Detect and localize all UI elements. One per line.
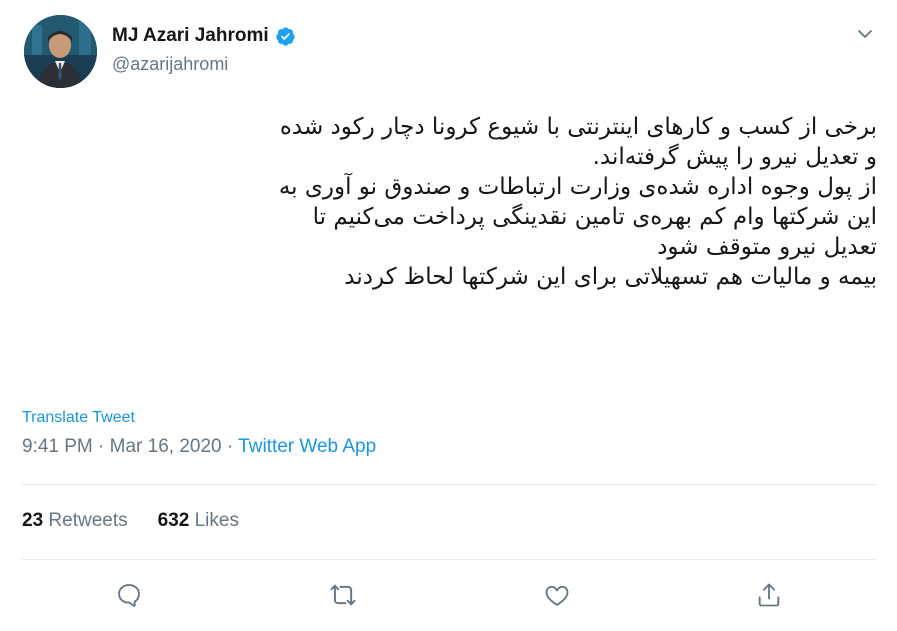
reply-icon bbox=[115, 581, 143, 614]
likes-stat[interactable]: 632 Likes bbox=[158, 510, 239, 532]
display-name-row: MJ Azari Jahromi bbox=[112, 22, 296, 50]
tweet-metadata: 9:41 PM · Mar 16, 2020 · Twitter Web App bbox=[22, 436, 376, 458]
tweet-text-line: تعدیل نیرو متوقف شود bbox=[657, 234, 877, 260]
retweets-stat[interactable]: 23 Retweets bbox=[22, 510, 128, 532]
avatar[interactable] bbox=[24, 15, 97, 88]
tweet-header: MJ Azari Jahromi @azarijahromi bbox=[22, 14, 881, 90]
retweet-icon bbox=[328, 580, 358, 615]
likes-label: Likes bbox=[194, 510, 239, 531]
user-handle[interactable]: @azarijahromi bbox=[112, 54, 296, 75]
reply-button[interactable] bbox=[112, 580, 146, 614]
tweet-text-line: این شرکتها وام کم بهره‌ی تامین نقدینگی پ… bbox=[312, 204, 877, 230]
chevron-down-icon[interactable] bbox=[855, 24, 875, 44]
like-icon bbox=[543, 581, 571, 614]
tweet-time[interactable]: 9:41 PM bbox=[22, 436, 93, 457]
divider bbox=[22, 559, 877, 560]
display-name[interactable]: MJ Azari Jahromi bbox=[112, 25, 269, 47]
tweet-source-link[interactable]: Twitter Web App bbox=[238, 436, 376, 457]
meta-separator: · bbox=[98, 436, 105, 457]
meta-separator: · bbox=[226, 436, 234, 457]
tweet-text-line: و تعدیل نیرو را پیش گرفته‌اند. bbox=[592, 144, 877, 170]
tweet-text-line: بیمه و مالیات هم تسهیلاتی برای این شرکته… bbox=[344, 264, 877, 290]
retweets-count: 23 bbox=[22, 510, 44, 531]
retweet-button[interactable] bbox=[326, 580, 360, 614]
like-button[interactable] bbox=[540, 580, 574, 614]
share-button[interactable] bbox=[752, 580, 786, 614]
user-info: MJ Azari Jahromi @azarijahromi bbox=[112, 22, 296, 75]
tweet-date[interactable]: Mar 16, 2020 bbox=[110, 436, 222, 457]
tweet-text-line: از پول وجوه اداره شده‌ی وزارت ارتباطات و… bbox=[278, 174, 877, 200]
tweet-stats: 23 Retweets 632 Likes bbox=[22, 510, 239, 532]
retweets-label: Retweets bbox=[48, 510, 128, 531]
verified-badge-icon bbox=[275, 26, 296, 47]
tweet-actions bbox=[0, 580, 897, 614]
tweet-text-line: برخی از کسب و کارهای اینترنتی با شیوع کر… bbox=[279, 114, 877, 140]
tweet-text: برخی از کسب و کارهای اینترنتی با شیوع کر… bbox=[22, 112, 877, 292]
avatar-image bbox=[24, 15, 97, 88]
divider bbox=[22, 484, 877, 485]
tweet-card: MJ Azari Jahromi @azarijahromi برخی از ک… bbox=[0, 0, 897, 631]
translate-tweet-link[interactable]: Translate Tweet bbox=[22, 409, 135, 427]
likes-count: 632 bbox=[157, 510, 190, 531]
share-icon bbox=[755, 581, 783, 614]
